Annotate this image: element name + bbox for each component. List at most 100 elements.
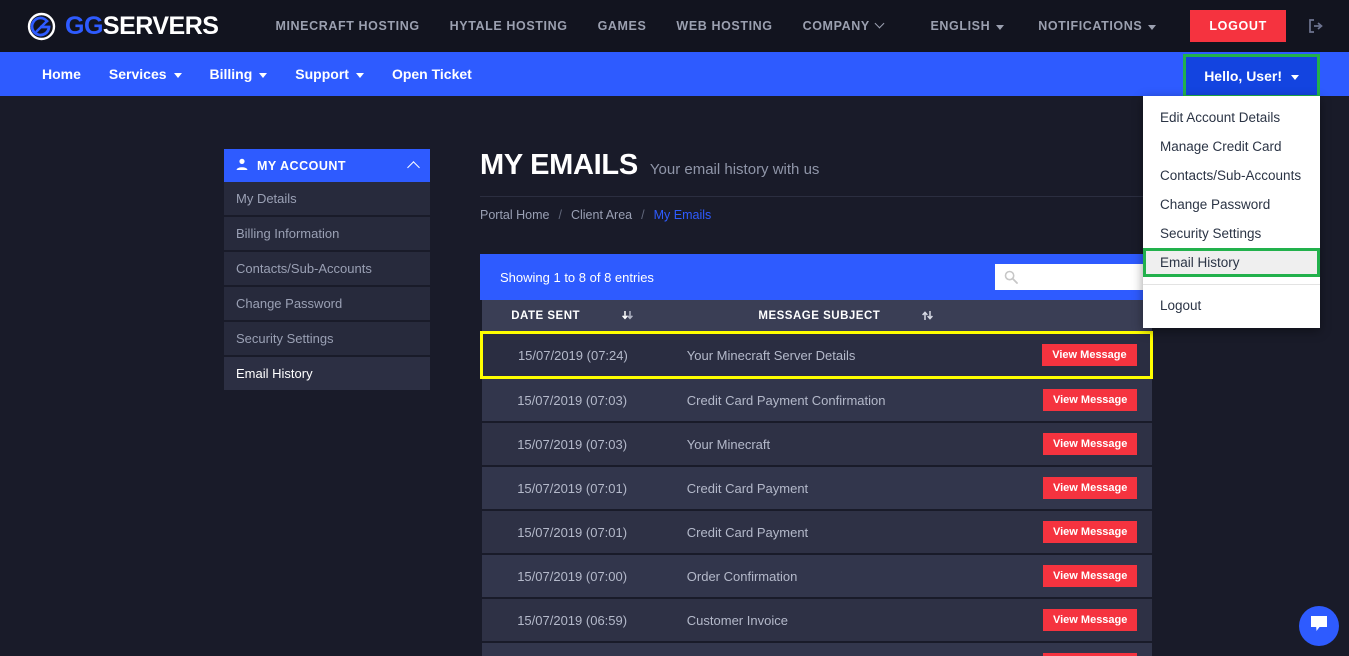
topnav-item-company[interactable]: COMPANY — [802, 18, 885, 33]
cell-date-sent: 15/07/2019 (07:24) — [479, 331, 663, 379]
mainnav-item-billing[interactable]: Billing — [196, 66, 282, 82]
menu-item-label: Email History — [1160, 255, 1240, 270]
caret-down-icon — [259, 72, 268, 78]
cell-message-subject: Credit Card Payment Confirmation — [662, 377, 1029, 423]
search-wrapper — [995, 264, 1143, 290]
sidebar-item-change-password[interactable]: Change Password — [224, 287, 430, 322]
menu-divider — [1143, 284, 1320, 285]
topnav-label: COMPANY — [802, 19, 870, 33]
sidebar-item-billing-information[interactable]: Billing Information — [224, 217, 430, 252]
table-row[interactable]: 15/07/2019 (07:00) Order Confirmation Vi… — [481, 554, 1152, 599]
view-message-button[interactable]: View Message — [1042, 477, 1138, 499]
breadcrumb-item-my-emails[interactable]: My Emails — [654, 208, 712, 222]
user-icon — [236, 158, 248, 173]
column-header-message-subject[interactable]: MESSAGE SUBJECT — [662, 300, 1029, 333]
sidebar-item-email-history[interactable]: Email History — [224, 357, 430, 392]
sidebar-header-my-account[interactable]: MY ACCOUNT — [224, 149, 430, 182]
caret-down-icon — [173, 72, 182, 78]
sidebar: MY ACCOUNT My Details Billing Informatio… — [224, 149, 430, 656]
cell-message-subject: Credit Card Payment — [662, 510, 1029, 555]
menu-item-label: Edit Account Details — [1160, 110, 1281, 125]
cell-message-subject: Customer Invoice — [662, 598, 1029, 643]
view-message-button[interactable]: View Message — [1042, 389, 1138, 411]
topnav-item-minecraft-hosting[interactable]: MINECRAFT HOSTING — [275, 19, 419, 33]
sidebar-item-contacts-sub-accounts[interactable]: Contacts/Sub-Accounts — [224, 252, 430, 287]
mainnav-label: Billing — [209, 66, 253, 82]
view-message-button[interactable]: View Message — [1042, 521, 1138, 543]
top-header-right: ENGLISH NOTIFICATIONS LOGOUT — [930, 0, 1349, 52]
account-menu-item-change-password[interactable]: Change Password — [1143, 190, 1320, 219]
mainnav-item-home[interactable]: Home — [28, 66, 95, 82]
view-message-button[interactable]: View Message — [1042, 344, 1137, 366]
sign-out-icon[interactable] — [1308, 18, 1324, 34]
chevron-down-icon — [874, 18, 885, 28]
cell-message-subject: Credit Card Payment — [662, 466, 1029, 511]
caret-down-icon — [355, 72, 364, 78]
cell-date-sent: 15/07/2019 (07:01) — [481, 510, 663, 555]
view-message-button[interactable]: View Message — [1042, 609, 1138, 631]
search-input[interactable] — [995, 264, 1143, 290]
table-row[interactable]: 15/07/2019 (07:01) Credit Card Payment V… — [481, 466, 1152, 511]
account-menu-item-security-settings[interactable]: Security Settings — [1143, 219, 1320, 248]
mainnav-item-open-ticket[interactable]: Open Ticket — [378, 66, 486, 82]
account-menu-item-email-history[interactable]: Email History — [1143, 248, 1320, 277]
chat-bubble-icon — [1309, 615, 1329, 638]
language-label: ENGLISH — [930, 19, 991, 33]
logout-button[interactable]: LOGOUT — [1190, 10, 1286, 42]
cell-message-subject: Your Minecraft Server Details — [662, 331, 1029, 379]
sidebar-item-my-details[interactable]: My Details — [224, 182, 430, 217]
topnav-label: GAMES — [597, 19, 647, 33]
table-row[interactable]: 15/07/2019 (07:03) Credit Card Payment C… — [481, 377, 1152, 423]
topnav-item-hytale-hosting[interactable]: HYTALE HOSTING — [450, 19, 568, 33]
cell-action: View Message — [1028, 422, 1152, 467]
table-row[interactable]: 15/07/2019 (07:03) Your Minecraft View M… — [481, 422, 1152, 467]
topnav-label: MINECRAFT HOSTING — [275, 19, 420, 33]
menu-item-label: Change Password — [1160, 197, 1271, 212]
table-head: DATE SENT MESSAGE SUBJECT — [481, 300, 1152, 333]
page-header: MY EMAILS Your email history with us — [480, 149, 1153, 196]
breadcrumb-item-client-area[interactable]: Client Area — [571, 208, 632, 222]
breadcrumb-item-portal-home[interactable]: Portal Home — [480, 208, 549, 222]
account-menu-item-contacts-sub-accounts[interactable]: Contacts/Sub-Accounts — [1143, 161, 1320, 190]
view-message-button[interactable]: View Message — [1042, 565, 1138, 587]
cell-action: View Message — [1028, 331, 1153, 379]
language-selector[interactable]: ENGLISH — [930, 19, 1005, 33]
logo-text-gg: GG — [65, 11, 103, 40]
topnav-label: HYTALE HOSTING — [449, 19, 568, 33]
cell-message-subject: Order Confirmation — [662, 554, 1029, 599]
notifications-menu[interactable]: NOTIFICATIONS — [1038, 19, 1157, 33]
mainnav-label: Support — [295, 66, 349, 82]
showing-entries-text: Showing 1 to 8 of 8 entries — [500, 269, 654, 285]
mainnav-item-services[interactable]: Services — [95, 66, 196, 82]
view-message-button[interactable]: View Message — [1042, 433, 1138, 455]
account-menu-item-manage-credit-card[interactable]: Manage Credit Card — [1143, 132, 1320, 161]
topnav-item-web-hosting[interactable]: WEB HOSTING — [676, 19, 772, 33]
column-header-date-sent[interactable]: DATE SENT — [481, 300, 663, 333]
table-row[interactable]: 15/07/2019 (07:24) Your Minecraft Server… — [479, 331, 1153, 379]
chevron-up-icon[interactable] — [407, 161, 420, 174]
mainnav-label: Open Ticket — [391, 66, 472, 82]
page-subtitle: Your email history with us — [649, 161, 820, 178]
sidebar-item-security-settings[interactable]: Security Settings — [224, 322, 430, 357]
account-menu-item-edit-account-details[interactable]: Edit Account Details — [1143, 103, 1320, 132]
mainnav-label: Home — [42, 66, 81, 82]
cell-date-sent: 15/07/2019 (07:01) — [481, 466, 663, 511]
cell-message-subject: Your Minecraft — [662, 422, 1029, 467]
cell-action: View Message — [1028, 377, 1152, 423]
sidebar-item-label: Change Password — [236, 296, 343, 311]
table-row[interactable]: 15/07/2019 (07:01) Credit Card Payment V… — [481, 510, 1152, 555]
breadcrumb-separator: / — [558, 208, 562, 222]
topnav-item-games[interactable]: GAMES — [598, 19, 647, 33]
menu-item-label: Logout — [1160, 298, 1202, 313]
breadcrumb: Portal Home / Client Area / My Emails — [480, 196, 1153, 222]
account-menu-button[interactable]: Hello, User! — [1183, 54, 1320, 98]
table-row[interactable]: 15/07/2019 (06:59) Customer Invoice View… — [481, 598, 1152, 643]
caret-down-icon — [1148, 24, 1157, 30]
table-row[interactable]: 15/07/2019 (06:59) Welcome View Message — [481, 642, 1152, 656]
site-logo[interactable]: GGSERVERS — [27, 11, 219, 41]
chat-widget-button[interactable] — [1299, 606, 1339, 646]
menu-item-label: Manage Credit Card — [1160, 139, 1282, 154]
menu-item-label: Security Settings — [1160, 226, 1262, 241]
mainnav-item-support[interactable]: Support — [281, 66, 378, 82]
account-menu-item-logout[interactable]: Logout — [1143, 291, 1320, 320]
